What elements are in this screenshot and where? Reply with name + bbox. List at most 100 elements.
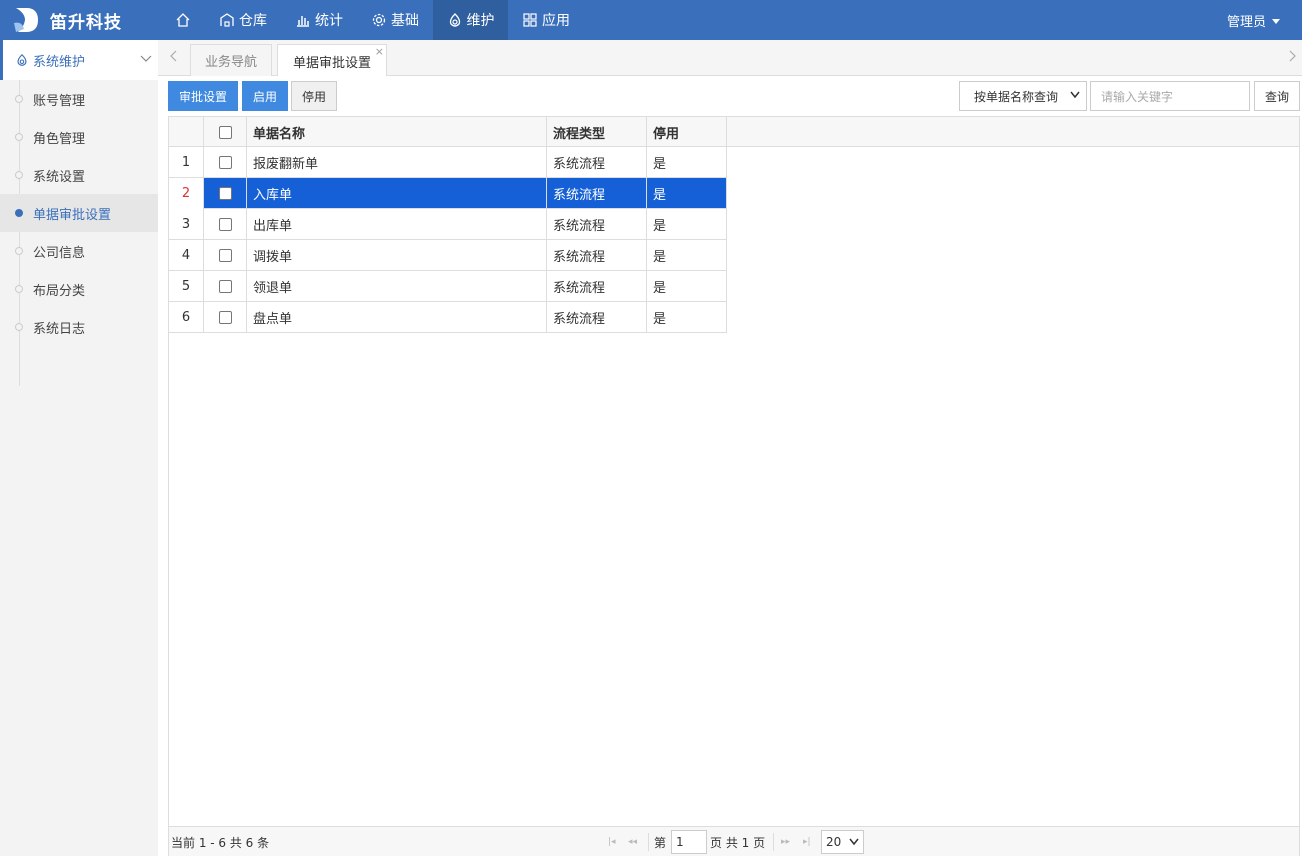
sidebar-item-roles[interactable]: 角色管理 bbox=[0, 118, 158, 156]
row-number: 5 bbox=[169, 271, 204, 302]
row-number: 2 bbox=[169, 178, 204, 209]
sidebar-item-label: 账号管理 bbox=[33, 93, 86, 109]
top-navbar: 笛升科技 仓库 统计 基础 维护 应用 管理员 bbox=[0, 0, 1302, 40]
prev-page-icon[interactable]: ◂◂ bbox=[628, 827, 637, 856]
table-row[interactable]: 6 盘点单 系统流程 是 bbox=[169, 302, 727, 333]
first-page-icon[interactable]: |◂ bbox=[608, 827, 616, 856]
sidebar-item-system-settings[interactable]: 系统设置 bbox=[0, 156, 158, 194]
chevron-down-icon bbox=[140, 55, 152, 62]
logo-icon bbox=[14, 8, 38, 32]
pagination-divider bbox=[648, 833, 649, 851]
table-row[interactable]: 4 调拨单 系统流程 是 bbox=[169, 240, 727, 271]
pagination-divider bbox=[773, 833, 774, 851]
approval-settings-button[interactable]: 审批设置 bbox=[168, 81, 238, 111]
maintenance-icon bbox=[449, 13, 460, 27]
gear-icon bbox=[372, 13, 386, 27]
page-total: 页 共 1 页 bbox=[710, 835, 766, 850]
header-rownum bbox=[169, 117, 204, 147]
app-name: 笛升科技 bbox=[50, 12, 122, 33]
nav-maintenance[interactable]: 维护 bbox=[433, 0, 508, 40]
select-all-checkbox[interactable] bbox=[204, 117, 247, 147]
tab-business-nav[interactable]: 业务导航 bbox=[190, 44, 272, 76]
disable-button[interactable]: 停用 bbox=[291, 81, 337, 111]
cell-disabled: 是 bbox=[647, 147, 727, 178]
last-page-icon[interactable]: ▸| bbox=[803, 827, 811, 856]
close-icon[interactable]: × bbox=[375, 45, 384, 58]
row-checkbox[interactable] bbox=[204, 178, 247, 209]
row-checkbox[interactable] bbox=[204, 302, 247, 333]
row-number: 3 bbox=[169, 209, 204, 240]
bullet-icon bbox=[15, 323, 23, 331]
table-row[interactable]: 1 报废翻新单 系统流程 是 bbox=[169, 147, 727, 178]
sidebar-item-label: 系统设置 bbox=[33, 169, 86, 185]
pagination-bar: 当前 1 - 6 共 6 条 |◂ ◂◂ 第 1 页 共 1 页 ▸▸ ▸| 2… bbox=[169, 826, 1299, 856]
checkbox-icon bbox=[218, 249, 232, 262]
cell-disabled: 是 bbox=[647, 178, 727, 209]
chevron-down-icon bbox=[849, 838, 859, 846]
row-checkbox[interactable] bbox=[204, 147, 247, 178]
user-menu[interactable]: 管理员 bbox=[1227, 0, 1280, 40]
sidebar-item-accounts[interactable]: 账号管理 bbox=[0, 80, 158, 118]
tab-label: 单据审批设置 bbox=[292, 55, 371, 71]
sidebar-item-label: 公司信息 bbox=[33, 245, 86, 261]
record-summary: 当前 1 - 6 共 6 条 bbox=[171, 835, 270, 850]
column-header-name[interactable]: 单据名称 bbox=[247, 117, 547, 147]
nav-warehouse[interactable]: 仓库 bbox=[212, 0, 274, 40]
sidebar-item-company-info[interactable]: 公司信息 bbox=[0, 232, 158, 270]
grid-header: 单据名称 流程类型 停用 bbox=[169, 117, 1299, 147]
nav-home[interactable] bbox=[164, 0, 202, 40]
cell-name: 入库单 bbox=[247, 178, 547, 209]
page-size-select[interactable]: 20 bbox=[821, 830, 864, 854]
home-icon bbox=[176, 13, 190, 27]
enable-button[interactable]: 启用 bbox=[242, 81, 288, 111]
app-logo[interactable]: 笛升科技 bbox=[12, 4, 162, 36]
chevron-right-icon[interactable] bbox=[1288, 50, 1296, 62]
page-input[interactable]: 1 bbox=[671, 830, 707, 854]
bullet-icon bbox=[15, 171, 23, 179]
cell-name: 调拨单 bbox=[247, 240, 547, 271]
table-row[interactable]: 5 领退单 系统流程 是 bbox=[169, 271, 727, 302]
next-page-icon[interactable]: ▸▸ bbox=[781, 827, 790, 856]
nav-statistics[interactable]: 统计 bbox=[288, 0, 350, 40]
cell-type: 系统流程 bbox=[547, 147, 647, 178]
row-number: 6 bbox=[169, 302, 204, 333]
page-size-value: 20 bbox=[826, 835, 842, 849]
page-prefix: 第 bbox=[654, 835, 667, 850]
maintenance-icon bbox=[17, 53, 27, 66]
sidebar-item-layout-category[interactable]: 布局分类 bbox=[0, 270, 158, 308]
sidebar-item-label: 角色管理 bbox=[33, 131, 86, 147]
table-row[interactable]: 3 出库单 系统流程 是 bbox=[169, 209, 727, 240]
cell-disabled: 是 bbox=[647, 271, 727, 302]
column-header-type[interactable]: 流程类型 bbox=[547, 117, 647, 147]
row-checkbox[interactable] bbox=[204, 240, 247, 271]
sidebar-item-label: 单据审批设置 bbox=[33, 207, 112, 223]
bullet-icon bbox=[15, 133, 23, 141]
cell-type: 系统流程 bbox=[547, 178, 647, 209]
table-row-selected[interactable]: 2 入库单 系统流程 是 bbox=[169, 178, 727, 209]
sidebar: 系统维护 账号管理 角色管理 系统设置 单据审批设置 公司信息 布局分类 系统日… bbox=[0, 40, 158, 856]
search-button[interactable]: 查询 bbox=[1254, 81, 1300, 111]
column-header-disabled[interactable]: 停用 bbox=[647, 117, 727, 147]
bullet-icon bbox=[15, 95, 23, 103]
cell-name: 领退单 bbox=[247, 271, 547, 302]
chevron-left-icon[interactable] bbox=[170, 50, 178, 62]
tab-approval-settings[interactable]: 单据审批设置 × bbox=[277, 44, 387, 77]
sidebar-header[interactable]: 系统维护 bbox=[0, 40, 158, 80]
search-mode-select[interactable]: 按单据名称查询 bbox=[959, 81, 1087, 111]
user-name: 管理员 bbox=[1226, 14, 1266, 30]
search-input[interactable]: 请输入关键字 bbox=[1090, 81, 1250, 111]
data-grid: 单据名称 流程类型 停用 1 报废翻新单 系统流程 是 2 入库单 系统流程 是… bbox=[168, 116, 1300, 856]
nav-apps[interactable]: 应用 bbox=[516, 0, 576, 40]
sidebar-item-approval-settings[interactable]: 单据审批设置 bbox=[0, 194, 158, 232]
row-checkbox[interactable] bbox=[204, 271, 247, 302]
nav-label-statistics: 统计 bbox=[315, 13, 343, 29]
sidebar-item-label: 系统日志 bbox=[33, 321, 86, 337]
toolbar: 审批设置 启用 停用 按单据名称查询 请输入关键字 查询 bbox=[158, 76, 1302, 116]
row-checkbox[interactable] bbox=[204, 209, 247, 240]
sidebar-item-system-log[interactable]: 系统日志 bbox=[0, 308, 158, 346]
cell-type: 系统流程 bbox=[547, 240, 647, 271]
tab-bar: 业务导航 单据审批设置 × bbox=[158, 40, 1302, 77]
checkbox-icon bbox=[218, 280, 232, 293]
nav-basic[interactable]: 基础 bbox=[364, 0, 426, 40]
sidebar-header-label: 系统维护 bbox=[33, 54, 86, 70]
